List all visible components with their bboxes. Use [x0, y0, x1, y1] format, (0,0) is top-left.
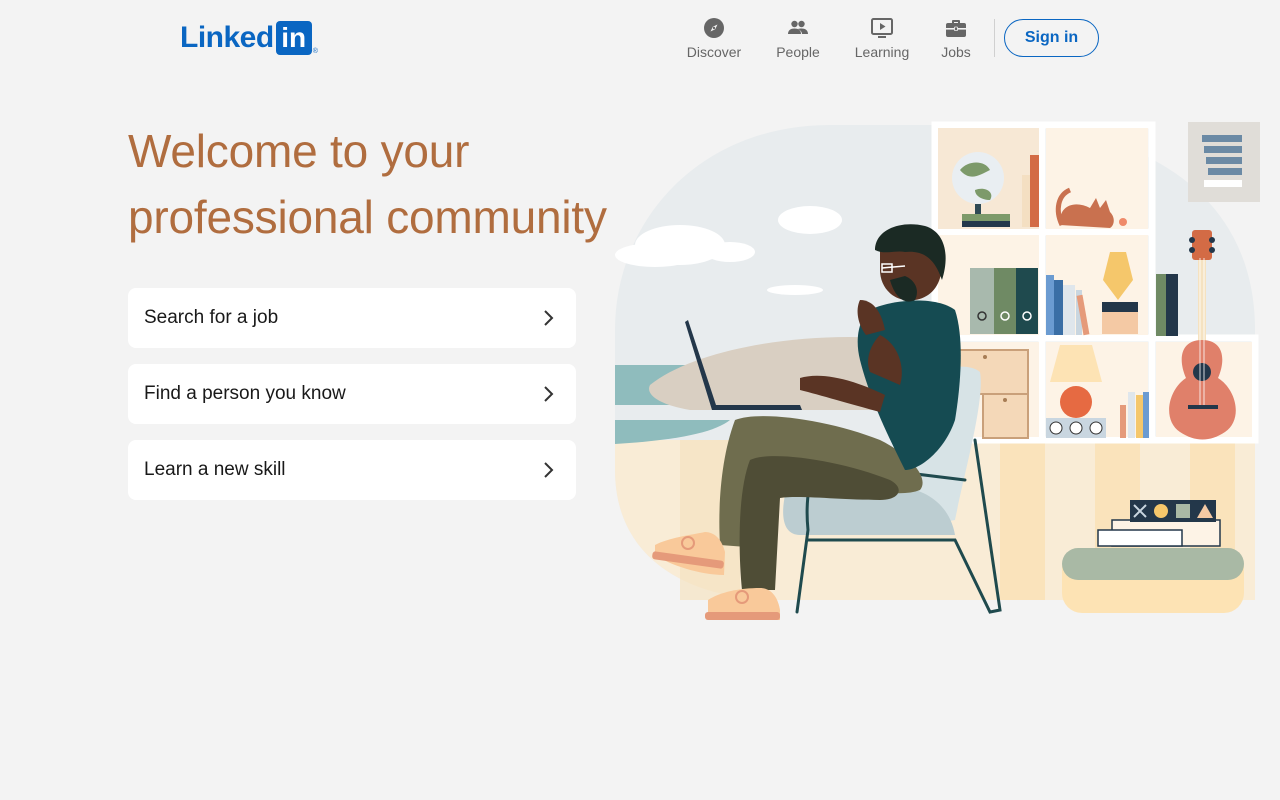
nav-label-learning: Learning: [854, 44, 910, 60]
nav-item-learning[interactable]: Learning: [840, 14, 924, 64]
logo-wordmark: Linked: [180, 21, 274, 54]
nav-divider: [994, 19, 995, 57]
hero-title-line-1: Welcome to your: [128, 125, 470, 177]
top-header: Linked in ® Discover People Learning Job…: [0, 0, 1280, 76]
hero-title: Welcome to your professional community: [128, 118, 668, 250]
compass-icon: [704, 18, 724, 38]
sign-in-button[interactable]: Sign in: [1004, 19, 1099, 57]
option-search-job[interactable]: Search for a job: [128, 288, 576, 348]
nav-label-jobs: Jobs: [941, 44, 971, 60]
nav-item-discover[interactable]: Discover: [672, 14, 756, 64]
option-learn-skill[interactable]: Learn a new skill: [128, 440, 576, 500]
option-label: Find a person you know: [144, 383, 346, 404]
nav-label-people: People: [776, 44, 820, 60]
video-play-icon: [871, 18, 893, 38]
logo-registered-mark: ®: [312, 48, 318, 55]
option-find-person[interactable]: Find a person you know: [128, 364, 576, 424]
nav-item-jobs[interactable]: Jobs: [924, 14, 988, 64]
logo-in-box: in: [275, 21, 312, 55]
hero-options-list: Search for a job Find a person you know …: [128, 288, 576, 516]
chevron-right-icon: [544, 386, 554, 402]
hero-title-line-2: professional community: [128, 191, 607, 243]
hero-illustration: [615, 121, 1260, 620]
linkedin-logo[interactable]: Linked in ®: [180, 20, 318, 56]
option-label: Learn a new skill: [144, 459, 286, 480]
nav-label-discover: Discover: [686, 44, 742, 60]
briefcase-icon: [946, 20, 966, 37]
chevron-right-icon: [544, 310, 554, 326]
option-label: Search for a job: [144, 307, 279, 328]
people-icon: [788, 20, 808, 34]
top-nav: Discover People Learning Jobs: [672, 14, 1011, 64]
nav-item-people[interactable]: People: [756, 14, 840, 64]
chevron-right-icon: [544, 462, 554, 478]
